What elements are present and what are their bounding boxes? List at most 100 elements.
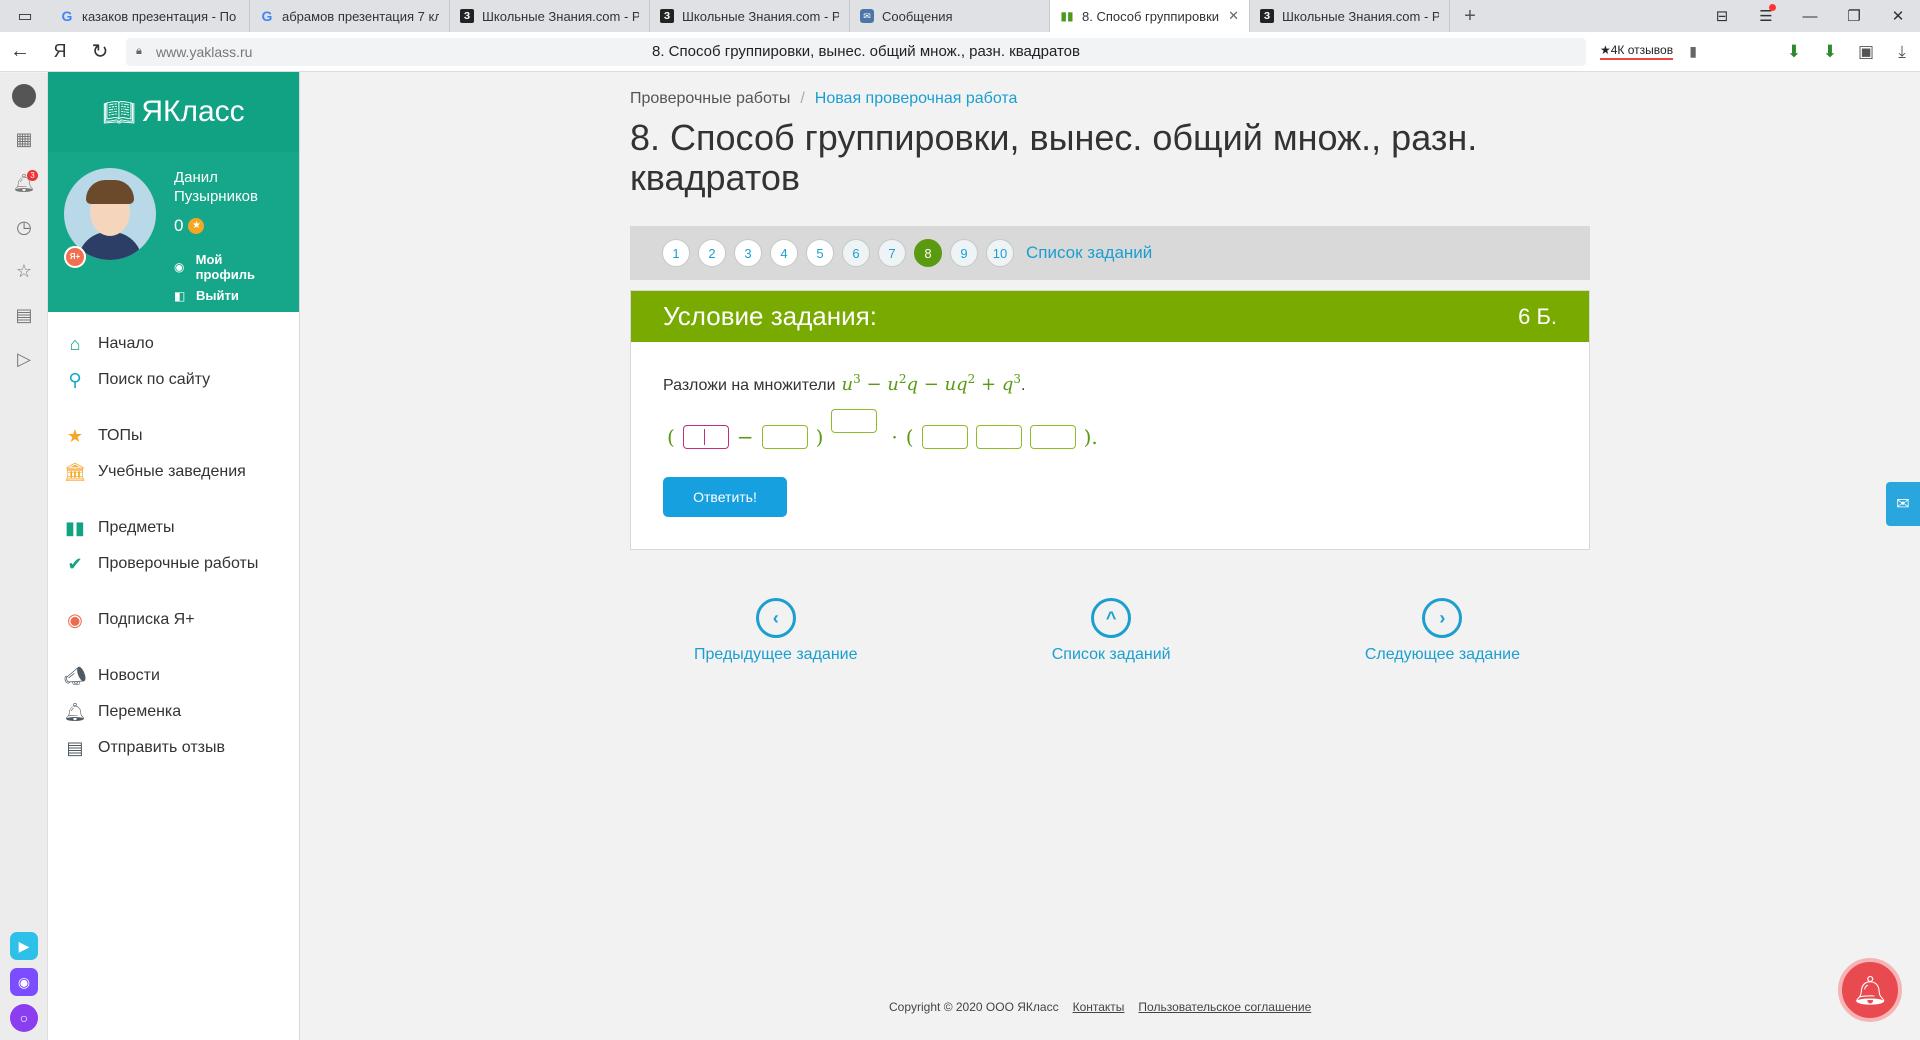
browser-tab[interactable]: G абрамов презентация 7 кл <box>250 0 450 32</box>
breadcrumb-root[interactable]: Проверочные работы <box>630 90 790 108</box>
answer-exponent-input[interactable] <box>831 409 878 433</box>
download-extension-icon[interactable]: ⬇ <box>1776 42 1812 62</box>
my-profile-link[interactable]: ◉ Мой профиль <box>174 252 283 282</box>
reviews-badge[interactable]: ★4К отзывов <box>1600 43 1674 60</box>
nav-item-subjects[interactable]: ▮▮ Предметы <box>48 510 299 546</box>
task-number-9[interactable]: 9 <box>950 239 978 267</box>
task-number-5[interactable]: 5 <box>806 239 834 267</box>
search-icon: ⚲ <box>68 369 82 390</box>
nav-item-home[interactable]: ⌂ Начало <box>48 326 299 362</box>
task-number-3[interactable]: 3 <box>734 239 762 267</box>
bookmarks-panel-icon[interactable]: ⊟ <box>1700 7 1744 25</box>
user-avatar-icon[interactable] <box>0 73 48 117</box>
user-circle-icon: ◉ <box>174 260 185 274</box>
browser-tab[interactable]: З Школьные Знания.com - Р <box>450 0 650 32</box>
copyright: Copyright © 2020 ООО ЯКласс <box>889 1000 1059 1014</box>
collections-icon[interactable]: ▤ <box>0 293 48 337</box>
reload-icon[interactable]: ↻ <box>80 39 120 64</box>
nav-item-institutions[interactable]: 🏛︎ Учебные заведения <box>48 454 299 490</box>
browser-tab-active[interactable]: ▮▮ 8. Способ группировки ✕ <box>1050 0 1250 32</box>
url-field[interactable]: 🔒︎ www.yaklass.ru 8. Способ группировки,… <box>126 37 1586 66</box>
collections-icon[interactable]: ▣ <box>1848 42 1884 62</box>
nav-label: Новости <box>98 667 160 684</box>
yandex-icon[interactable]: Я <box>40 41 80 62</box>
task-number-1[interactable]: 1 <box>662 239 690 267</box>
extensions-area: ⬇ ⬇ ▣ ⤓ <box>1776 42 1920 62</box>
downloads-icon[interactable]: ⤓ <box>1884 42 1920 62</box>
browser-side-panel: ▦ 🔔︎ 3 ◷ ☆ ▤ ▷ ▶ ◉ ○ <box>0 73 48 1040</box>
my-profile-label: Мой профиль <box>195 252 255 282</box>
browser-tab[interactable]: З Школьные Знания.com - Р <box>1250 0 1450 32</box>
chevron-right-icon: › <box>1422 598 1463 638</box>
answer-input-5[interactable] <box>1029 425 1076 449</box>
alice-app-icon[interactable]: ◉ <box>10 968 38 996</box>
nav-label: Подписка Я+ <box>98 611 195 628</box>
browser-tab[interactable]: З Школьные Знания.com - Р <box>650 0 850 32</box>
task-number-2[interactable]: 2 <box>698 239 726 267</box>
site-logo[interactable]: 📖︎ ЯКласс <box>48 72 299 152</box>
check-circle-icon: ✔ <box>67 553 83 574</box>
task-question: Разложи на множители u3 − u2q − uq2 + q3… <box>663 372 1026 395</box>
messages-icon: ✉ <box>860 9 874 23</box>
close-tab-icon[interactable]: ✕ <box>1228 8 1239 24</box>
answer-input-2[interactable] <box>761 425 808 449</box>
next-task-link[interactable]: › Следующее задание <box>1365 598 1520 664</box>
nav-item-subscription[interactable]: ◉ Подписка Я+ <box>48 602 299 638</box>
profile-name: Данил Пузырников <box>174 169 258 205</box>
apps-grid-icon[interactable]: ▦ <box>0 117 48 161</box>
task-number-8-current[interactable]: 8 <box>914 239 942 267</box>
nav-item-break[interactable]: 🔔︎ Переменка <box>48 694 299 730</box>
messenger-app-icon[interactable]: ▶ <box>10 932 38 960</box>
multiply-dot: · <box>891 425 898 449</box>
agreement-link[interactable]: Пользовательское соглашение <box>1138 1000 1311 1014</box>
video-play-icon[interactable]: ▷ <box>0 337 48 381</box>
favorites-star-icon[interactable]: ☆ <box>0 249 48 293</box>
tabs-menu-icon[interactable]: ▭ <box>0 0 50 32</box>
task-number-4[interactable]: 4 <box>770 239 798 267</box>
minimize-icon[interactable]: — <box>1788 8 1832 25</box>
browser-tab[interactable]: ✉ Сообщения <box>850 0 1050 32</box>
extension-icon[interactable]: ⬇ <box>1812 42 1848 62</box>
assistant-app-icon[interactable]: ○ <box>10 1004 38 1032</box>
new-tab-button[interactable]: + <box>1450 0 1490 32</box>
yaplus-icon: ◉ <box>67 609 83 630</box>
answer-input-3[interactable] <box>921 425 968 449</box>
main-content: Проверочные работы / Новая проверочная р… <box>630 72 1590 664</box>
breadcrumb-current[interactable]: Новая проверочная работа <box>815 90 1018 108</box>
znania-icon: З <box>1260 9 1274 23</box>
nav-label: Переменка <box>98 703 182 720</box>
bookmark-icon[interactable]: ▮ <box>1673 43 1713 60</box>
logout-link[interactable]: ◧ Выйти <box>174 288 283 303</box>
restore-icon[interactable]: ❐ <box>1832 7 1876 25</box>
notification-bell-button[interactable]: 🔔︎ <box>1838 958 1902 1022</box>
task-number-10[interactable]: 10 <box>986 239 1014 267</box>
breadcrumb-separator: / <box>800 90 805 107</box>
task-number-7[interactable]: 7 <box>878 239 906 267</box>
task-body: Разложи на множители u3 − u2q − uq2 + q3… <box>631 342 1589 549</box>
window-controls: ⊟ ☰ — ❐ ✕ <box>1700 0 1920 32</box>
prev-task-link[interactable]: ‹ Предыдущее задание <box>694 598 857 664</box>
back-icon[interactable]: ← <box>0 40 40 63</box>
answer-input-1[interactable] <box>682 425 729 449</box>
close-window-icon[interactable]: ✕ <box>1876 7 1920 25</box>
task-list-link[interactable]: Список заданий <box>1026 243 1152 263</box>
browser-menu-icon[interactable]: ☰ <box>1744 4 1788 25</box>
browser-tab[interactable]: G казаков презентация - По <box>50 0 250 32</box>
contacts-link[interactable]: Контакты <box>1073 1000 1125 1014</box>
task-number-6[interactable]: 6 <box>842 239 870 267</box>
notifications-icon[interactable]: 🔔︎ 3 <box>0 161 48 205</box>
profile-panel: Я+ Данил Пузырников 0 ★ ◉ Мой профиль ◧ … <box>48 152 299 312</box>
nav-item-news[interactable]: 📣︎ Новости <box>48 658 299 694</box>
tab-title: 8. Способ группировки <box>1082 8 1220 24</box>
nav-item-tops[interactable]: ★ ТОПы <box>48 418 299 454</box>
answer-button[interactable]: Ответить! <box>663 477 787 517</box>
task-list-bottom-link[interactable]: ^ Список заданий <box>1052 598 1171 664</box>
history-icon[interactable]: ◷ <box>0 205 48 249</box>
mail-feedback-tab[interactable]: ✉ <box>1886 482 1920 526</box>
nav-item-tests[interactable]: ✔ Проверочные работы <box>48 546 299 582</box>
nav-item-feedback[interactable]: ▤ Отправить отзыв <box>48 730 299 766</box>
question-formula: u3 − u2q − uq2 + q3 <box>841 372 1022 395</box>
nav-label: Предметы <box>98 519 175 536</box>
answer-input-4[interactable] <box>975 425 1022 449</box>
nav-item-search[interactable]: ⚲ Поиск по сайту <box>48 362 299 398</box>
